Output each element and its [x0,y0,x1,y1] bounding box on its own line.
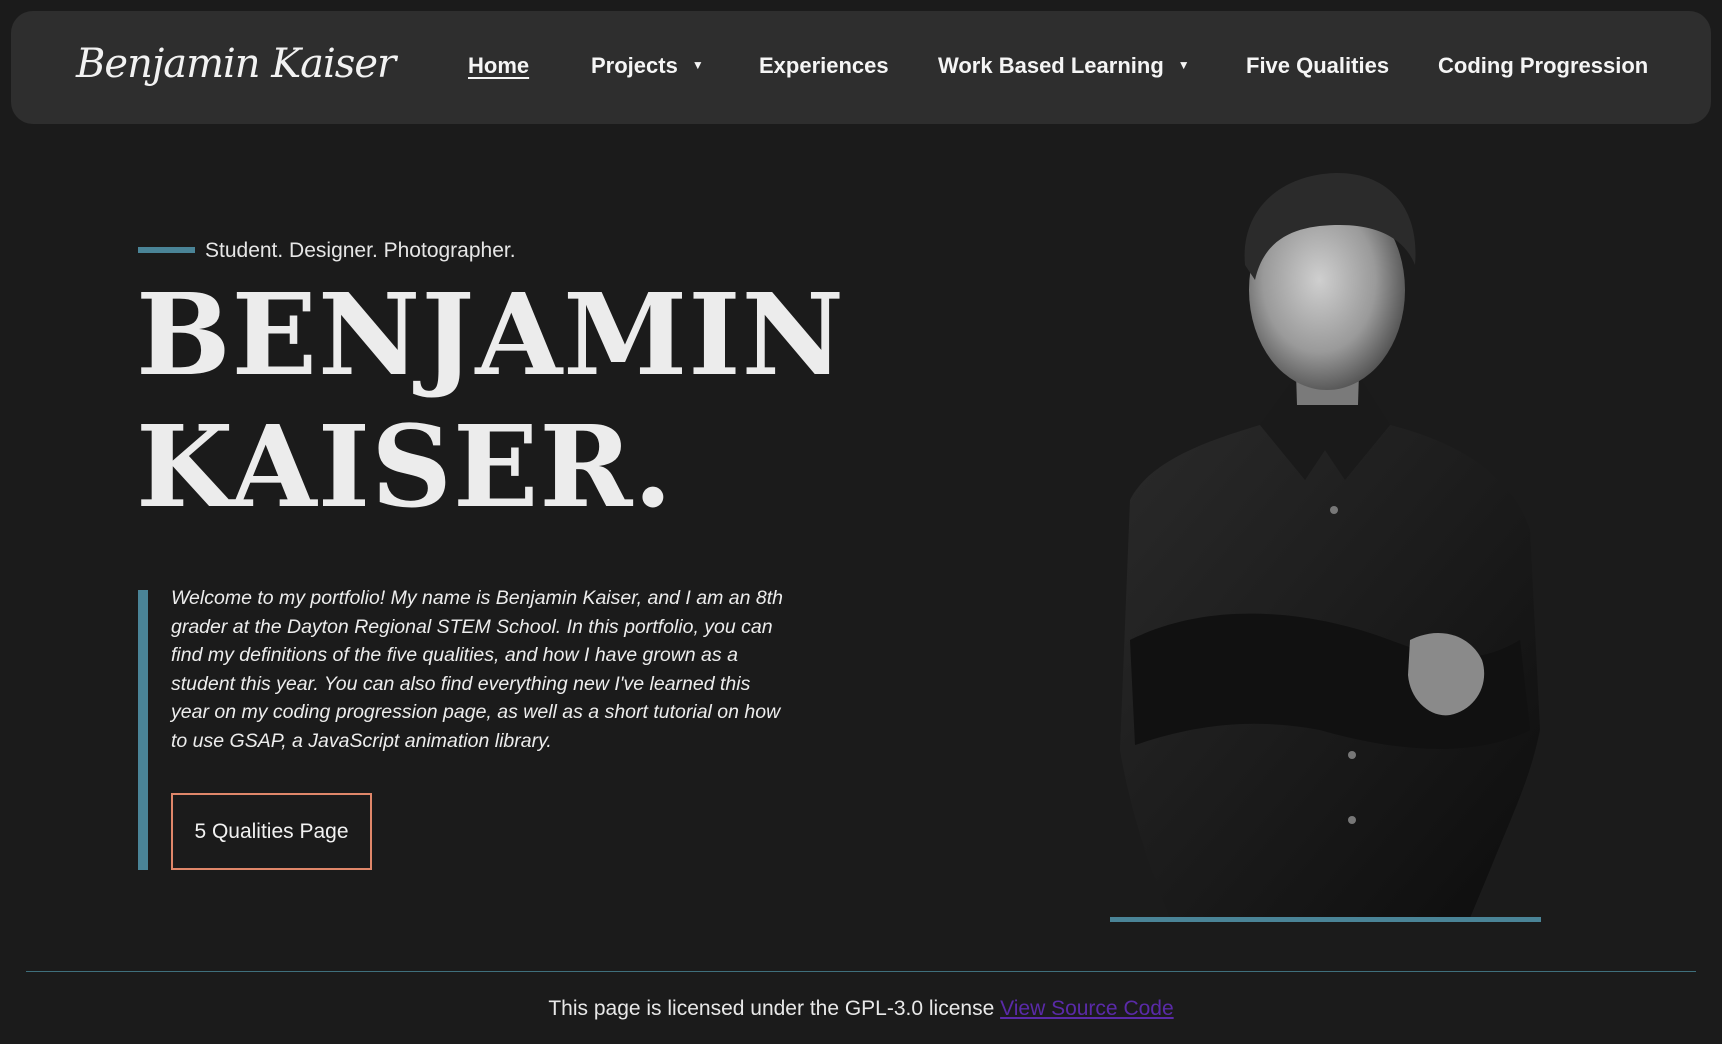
portrait-accent-line [1110,917,1541,922]
nav-five-qualities-label: Five Qualities [1246,53,1390,78]
intro-accent-bar [138,590,148,870]
brand-logo[interactable]: Benjamin Kaiser [76,41,396,87]
nav-home[interactable]: Home [468,53,529,79]
intro-paragraph: Welcome to my portfolio! My name is Benj… [171,587,783,752]
nav-coding-progression[interactable]: Coding Progression [1438,53,1648,79]
caret-down-icon: ▼ [1177,58,1190,73]
license-text: This page is licensed under the GPL-3.0 … [548,997,995,1020]
navbar: Benjamin Kaiser Home Projects ▼ Experienc… [11,11,1711,124]
five-qualities-page-button[interactable]: 5 Qualities Page [171,793,372,870]
nav-projects-label: Projects [591,53,678,78]
hero-title: BENJAMIN KAISER. [136,270,845,534]
hero-title-line2: KAISER. [136,402,674,533]
hero-title-line1: BENJAMIN [136,270,846,401]
nav-home-label: Home [468,53,530,78]
nav-coding-progression-label: Coding Progression [1438,53,1649,78]
nav-experiences-label: Experiences [759,53,889,78]
tagline-accent-bar [138,247,195,253]
caret-down-icon: ▼ [691,58,704,73]
view-source-link[interactable]: View Source Code [1000,997,1174,1020]
footer-divider [26,971,1696,972]
footer: This page is licensed under the GPL-3.0 … [0,997,1722,1021]
nav-experiences[interactable]: Experiences [759,53,889,79]
nav-work-based-learning-label: Work Based Learning [938,53,1164,78]
nav-work-based-learning[interactable]: Work Based Learning ▼ [938,53,1190,80]
nav-projects[interactable]: Projects ▼ [591,53,704,80]
hero-tagline: Student. Designer. Photographer. [205,239,516,262]
nav-five-qualities[interactable]: Five Qualities [1246,53,1389,79]
portrait-photo [1120,172,1540,918]
